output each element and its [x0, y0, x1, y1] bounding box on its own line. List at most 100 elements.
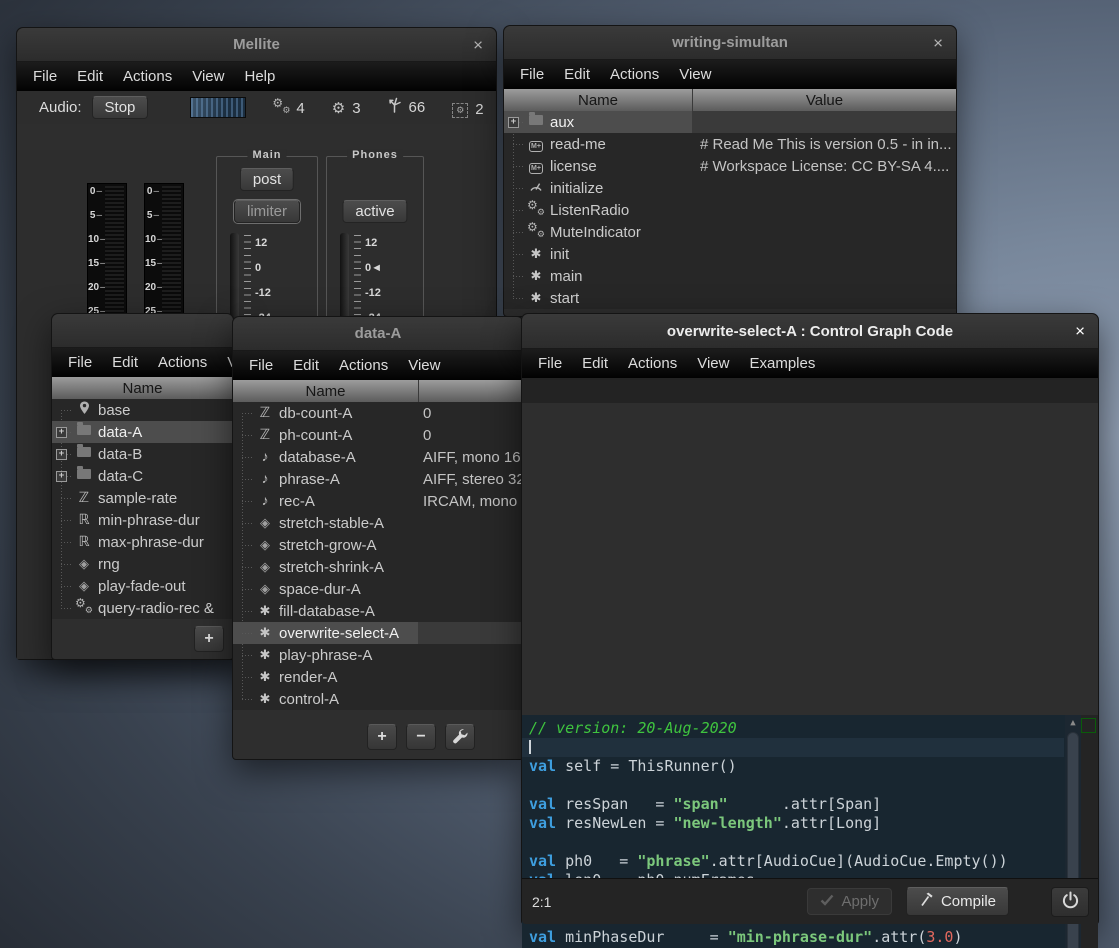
menu-edit[interactable]: Edit	[67, 62, 113, 91]
output-meter[interactable]	[190, 97, 246, 118]
menu-view[interactable]: View	[398, 351, 450, 380]
add-button[interactable]: +	[367, 724, 397, 750]
menu-edit[interactable]: Edit	[283, 351, 329, 380]
menu-actions[interactable]: Actions	[148, 348, 217, 377]
table-row[interactable]: ♪database-AAIFF, mono 16-	[233, 446, 523, 468]
menu-edit[interactable]: Edit	[572, 349, 618, 378]
active-button[interactable]: active	[342, 200, 407, 223]
menu-edit[interactable]: Edit	[102, 348, 148, 377]
counter-value: 2	[475, 101, 483, 118]
table-row[interactable]: ◈rng	[52, 553, 233, 575]
table-row[interactable]: ℝmax-phrase-dur	[52, 531, 233, 553]
titlebar[interactable]: data-A	[233, 317, 523, 351]
menu-actions[interactable]: Actions	[618, 349, 687, 378]
column-header-value[interactable]	[418, 380, 523, 402]
expander-icon[interactable]: +	[508, 117, 519, 128]
code-line[interactable]	[529, 833, 1064, 852]
close-icon[interactable]: ×	[473, 36, 483, 53]
table-row[interactable]: ✱main	[504, 265, 956, 287]
table-row[interactable]: +aux	[504, 111, 956, 133]
table-row[interactable]: ✱control-A	[233, 688, 523, 710]
close-icon[interactable]: ×	[1075, 323, 1085, 340]
column-header-value[interactable]: Value	[692, 89, 956, 111]
code-line[interactable]: // version: 20-Aug-2020	[529, 719, 1064, 738]
menu-actions[interactable]: Actions	[113, 62, 182, 91]
table-row[interactable]: ⚙⚙ListenRadio	[504, 199, 956, 221]
titlebar[interactable]	[52, 314, 233, 348]
table-row[interactable]: ℤdb-count-A0	[233, 402, 523, 424]
row-value: # Workspace License: CC BY-SA 4....	[700, 158, 949, 175]
compile-button[interactable]: Compile	[906, 887, 1009, 916]
table-row[interactable]: +data-C	[52, 465, 233, 487]
table-row[interactable]: ✱render-A	[233, 666, 523, 688]
code-line[interactable]	[529, 776, 1064, 795]
expander-icon[interactable]: +	[56, 427, 67, 438]
code-line[interactable]: val resSpan = "span" .attr[Span]	[529, 795, 1064, 814]
code-line[interactable]: val ph0 = "phrase".attr[AudioCue](AudioC…	[529, 852, 1064, 871]
column-header-name[interactable]: Name	[233, 380, 418, 402]
code-line[interactable]: val self = ThisRunner()	[529, 757, 1064, 776]
titlebar[interactable]: overwrite-select-A : Control Graph Code …	[522, 314, 1098, 349]
code-line[interactable]: val resNewLen = "new-length".attr[Long]	[529, 814, 1064, 833]
menu-examples[interactable]: Examples	[739, 349, 825, 378]
edit-button[interactable]	[445, 724, 475, 750]
stop-button[interactable]: Stop	[92, 96, 149, 119]
pattern-icon: ◈	[75, 555, 93, 573]
column-header-name[interactable]: Name	[52, 377, 233, 399]
titlebar[interactable]: Mellite ×	[17, 28, 496, 62]
menu-file[interactable]: File	[239, 351, 283, 380]
menu-file[interactable]: File	[528, 349, 572, 378]
table-row[interactable]: +data-B	[52, 443, 233, 465]
remove-button[interactable]: −	[406, 724, 436, 750]
code-line[interactable]	[522, 738, 1064, 757]
add-button[interactable]: +	[194, 626, 224, 652]
row-label: query-radio-rec &	[98, 600, 214, 617]
scroll-up-icon[interactable]: ▲	[1065, 718, 1081, 728]
table-row[interactable]: ✱fill-database-A	[233, 600, 523, 622]
table-row[interactable]: ◈stretch-shrink-A	[233, 556, 523, 578]
check-icon	[820, 893, 834, 910]
limiter-button[interactable]: limiter	[234, 200, 300, 223]
table-row[interactable]: ⚙⚙MuteIndicator	[504, 221, 956, 243]
table-row[interactable]: ◈space-dur-A	[233, 578, 523, 600]
table-row[interactable]: ⚙⚙query-radio-rec &	[52, 597, 233, 619]
close-icon[interactable]: ×	[933, 34, 943, 51]
expander-icon[interactable]: +	[56, 471, 67, 482]
table-row[interactable]: ✱start	[504, 287, 956, 309]
menu-actions[interactable]: Actions	[600, 60, 669, 89]
window-data-a: data-A FileEditActionsView Name ℤdb-coun…	[232, 316, 524, 760]
table-row[interactable]: ✱play-phrase-A	[233, 644, 523, 666]
table-row[interactable]: ♪phrase-AAIFF, stereo 32	[233, 468, 523, 490]
table-row[interactable]: M+read-me# Read Me This is version 0.5 -…	[504, 133, 956, 155]
table-row[interactable]: base	[52, 399, 233, 421]
power-button[interactable]	[1051, 887, 1089, 917]
menu-file[interactable]: File	[23, 62, 67, 91]
menu-file[interactable]: File	[58, 348, 102, 377]
menu-help[interactable]: Help	[234, 62, 285, 91]
column-header-name[interactable]: Name	[504, 89, 692, 111]
table-row[interactable]: +data-A	[52, 421, 233, 443]
table-row[interactable]: M+license# Workspace License: CC BY-SA 4…	[504, 155, 956, 177]
table-row[interactable]: ℤsample-rate	[52, 487, 233, 509]
menu-view[interactable]: View	[182, 62, 234, 91]
table-row[interactable]: ◈stretch-stable-A	[233, 512, 523, 534]
titlebar[interactable]: writing-simultan ×	[504, 26, 956, 60]
code-line[interactable]: val minPhaseDur = "min-phrase-dur".attr(…	[529, 928, 1064, 947]
table-row[interactable]: ℤph-count-A0	[233, 424, 523, 446]
menu-edit[interactable]: Edit	[554, 60, 600, 89]
table-row[interactable]: ✱overwrite-select-A	[233, 622, 523, 644]
apply-button[interactable]: Apply	[807, 888, 892, 915]
post-button[interactable]: post	[240, 168, 294, 191]
table-row[interactable]: ℝmin-phrase-dur	[52, 509, 233, 531]
table-row[interactable]: ♪rec-AIRCAM, mono 1	[233, 490, 523, 512]
table-header: Name Value	[504, 89, 956, 111]
table-row[interactable]: ✱init	[504, 243, 956, 265]
menu-view[interactable]: View	[687, 349, 739, 378]
expander-icon[interactable]: +	[56, 449, 67, 460]
table-row[interactable]: ◈play-fade-out	[52, 575, 233, 597]
table-row[interactable]: ◈stretch-grow-A	[233, 534, 523, 556]
menu-file[interactable]: File	[510, 60, 554, 89]
menu-actions[interactable]: Actions	[329, 351, 398, 380]
table-row[interactable]: initialize	[504, 177, 956, 199]
menu-view[interactable]: View	[669, 60, 721, 89]
